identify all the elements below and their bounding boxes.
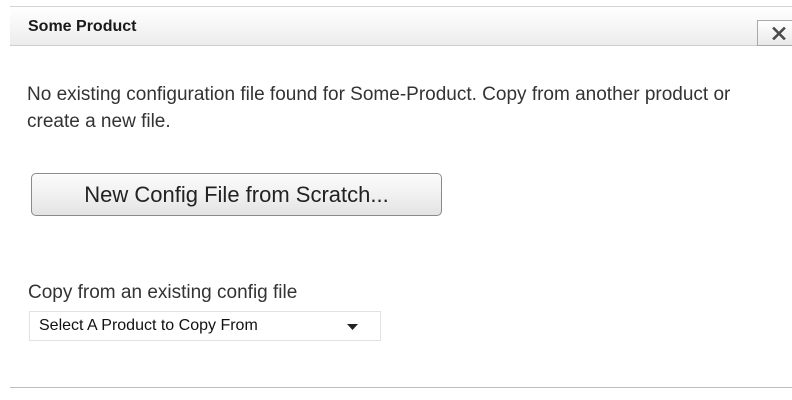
copy-product-select[interactable]: Select A Product to Copy From bbox=[29, 311, 381, 341]
select-value: Select A Product to Copy From bbox=[39, 317, 258, 334]
close-button[interactable] bbox=[757, 20, 792, 46]
dialog-title: Some Product bbox=[28, 18, 137, 35]
config-dialog: Some Product No existing configuration f… bbox=[10, 6, 792, 400]
no-config-message: No existing configuration file found for… bbox=[27, 84, 731, 132]
chevron-down-icon bbox=[347, 324, 358, 330]
dialog-bottom-divider bbox=[10, 387, 792, 388]
new-config-from-scratch-button[interactable]: New Config File from Scratch... bbox=[31, 173, 442, 216]
copy-from-label: Copy from an existing config file bbox=[28, 282, 298, 303]
close-icon bbox=[772, 27, 786, 40]
dialog-title-bar: Some Product bbox=[10, 6, 792, 46]
